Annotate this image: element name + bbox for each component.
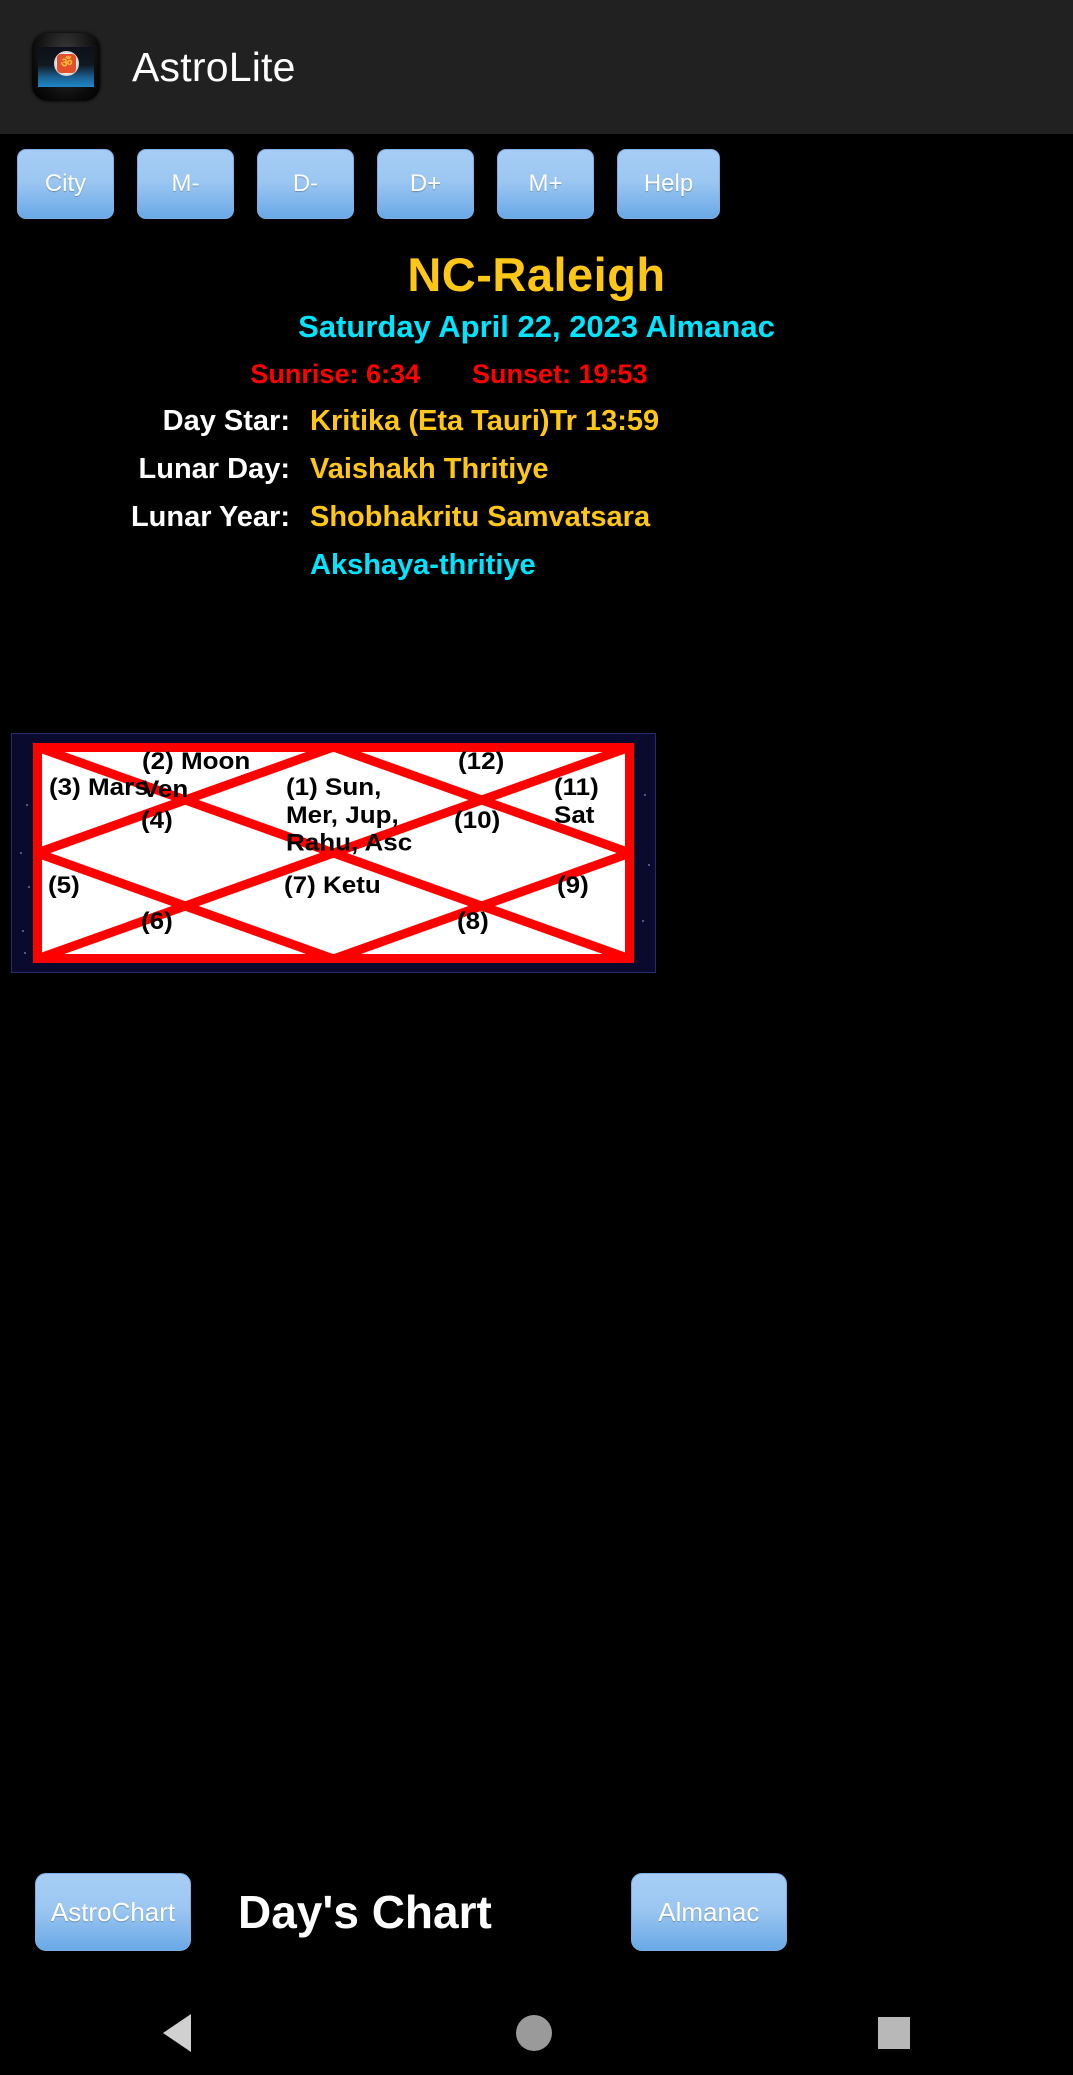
lunar-year-row: Lunar Year: Shobhakritu Samvatsara	[0, 501, 1073, 534]
chart-house-9: (9)	[557, 871, 589, 899]
birth-chart[interactable]: (2) Moon Ven (12) (3) Mars (1) Sun, Mer,…	[11, 733, 656, 973]
month-plus-button[interactable]: M+	[497, 149, 594, 219]
city-button[interactable]: City	[17, 149, 114, 219]
lunar-year-label: Lunar Year:	[130, 501, 290, 534]
top-toolbar: City M- D- D+ M+ Help	[0, 134, 1073, 234]
chart-house-10: (10)	[454, 806, 501, 834]
chart-house-6: (6)	[141, 907, 173, 935]
lunar-day-value: Vaishakh Thritiye	[310, 453, 549, 486]
app-title: AstroLite	[132, 43, 296, 90]
recents-icon[interactable]	[878, 2016, 911, 2049]
almanac-button[interactable]: Almanac	[630, 1873, 787, 1951]
back-icon[interactable]	[162, 2013, 191, 2052]
lunar-day-label: Lunar Day:	[138, 453, 290, 486]
app-root: ॐ AstroLite City M- D- D+ M+ Help NC-Ral…	[0, 0, 1073, 2075]
sunset-value: Sunset: 19:53	[472, 359, 648, 390]
lunar-year-value: Shobhakritu Samvatsara	[310, 501, 651, 534]
almanac-date: Saturday April 22, 2023 Almanac	[298, 309, 775, 345]
almanac-info-panel: NC-Raleigh Saturday April 22, 2023 Alman…	[0, 250, 1073, 582]
festival-row: Akshaya-thritiye	[0, 549, 1073, 582]
day-star-row: Day Star: Kritika (Eta Tauri)Tr 13:59	[0, 405, 1073, 438]
chart-house-8: (8)	[457, 907, 489, 935]
month-minus-button[interactable]: M-	[137, 149, 234, 219]
chart-house-7: (7) Ketu	[284, 871, 381, 899]
chart-house-3: (3) Mars	[49, 773, 149, 801]
chart-house-5: (5)	[48, 871, 80, 899]
astrochart-button[interactable]: AstroChart	[35, 1873, 191, 1951]
chart-house-2: (2) Moon Ven	[142, 747, 251, 803]
screen-title: Day's Chart	[238, 1886, 492, 1938]
sun-times-row: Sunrise: 6:34 Sunset: 19:53	[0, 359, 1073, 390]
chart-house-1: (1) Sun, Mer, Jup, Rahu, Asc	[286, 773, 413, 856]
chart-grid: (2) Moon Ven (12) (3) Mars (1) Sun, Mer,…	[33, 743, 634, 963]
chart-house-4: (4)	[141, 806, 173, 834]
help-button[interactable]: Help	[617, 149, 720, 219]
android-navbar	[0, 1990, 1073, 2075]
chart-house-11: (11) Sat	[554, 773, 599, 829]
app-logo-icon: ॐ	[32, 33, 100, 101]
sunrise-value: Sunrise: 6:34	[250, 359, 420, 390]
om-glyph: ॐ	[57, 54, 76, 73]
day-star-value: Kritika (Eta Tauri)Tr 13:59	[310, 405, 660, 438]
day-star-label: Day Star:	[162, 405, 290, 438]
festival-value: Akshaya-thritiye	[310, 549, 536, 582]
city-title: NC-Raleigh	[407, 248, 666, 301]
day-minus-button[interactable]: D-	[257, 149, 354, 219]
chart-house-12: (12)	[458, 747, 505, 775]
bottom-toolbar: AstroChart Day's Chart Almanac	[0, 1852, 1073, 1972]
home-icon[interactable]	[516, 2014, 553, 2051]
lunar-day-row: Lunar Day: Vaishakh Thritiye	[0, 453, 1073, 486]
app-titlebar: ॐ AstroLite	[0, 0, 1073, 134]
day-plus-button[interactable]: D+	[377, 149, 474, 219]
